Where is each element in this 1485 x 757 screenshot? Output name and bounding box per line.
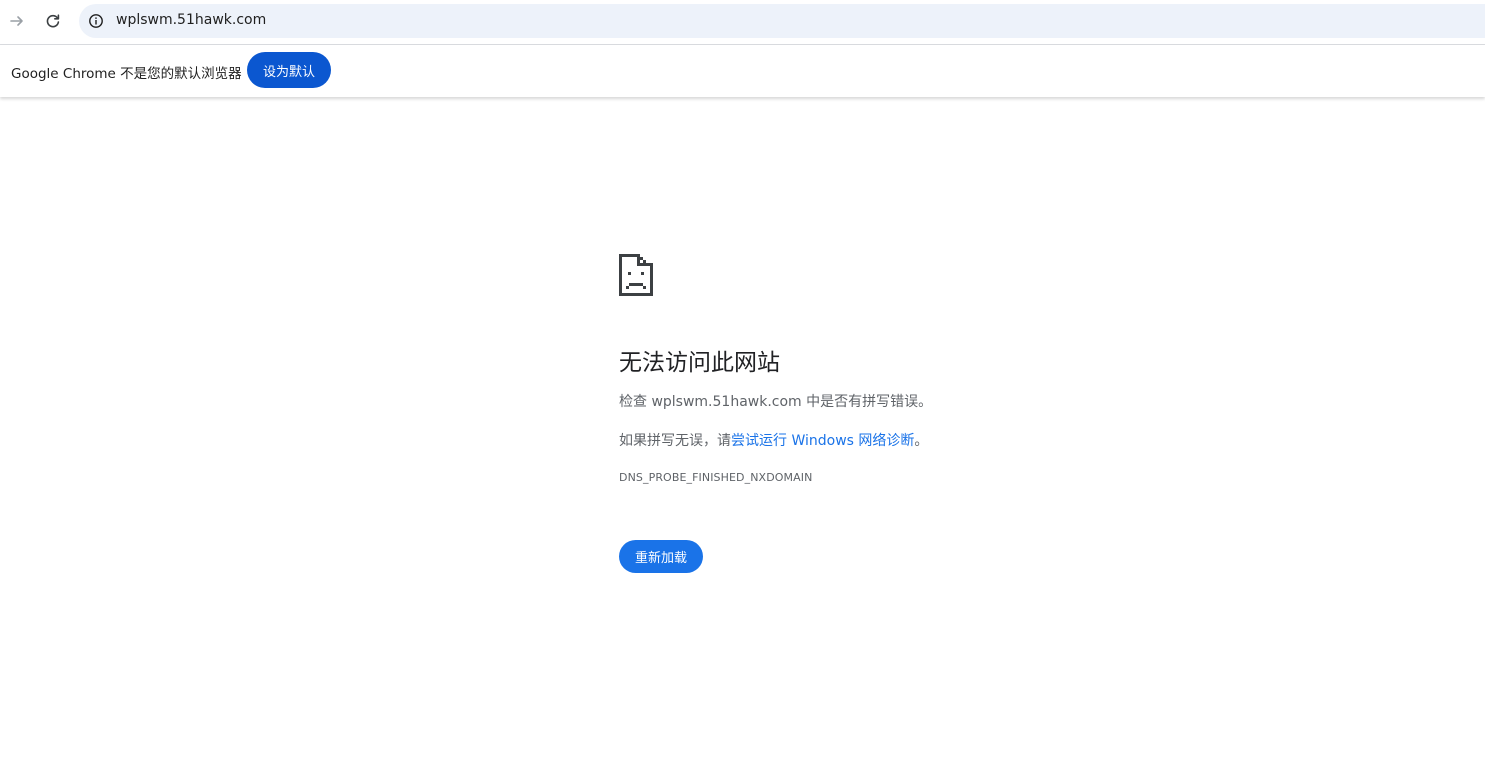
info-icon: [89, 14, 103, 28]
hint-suffix: 。: [914, 433, 929, 449]
infobar-message: Google Chrome 不是您的默认浏览器: [11, 66, 242, 82]
reload-button[interactable]: 重新加载: [619, 540, 703, 573]
default-browser-infobar: Google Chrome 不是您的默认浏览器 设为默认: [0, 45, 1485, 97]
hint-prefix: 如果拼写无误，请: [619, 433, 731, 449]
browser-toolbar: wplswm.51hawk.com: [0, 0, 1485, 45]
error-code: DNS_PROBE_FINISHED_NXDOMAIN: [619, 471, 813, 484]
set-default-button[interactable]: 设为默认: [247, 52, 331, 88]
forward-button[interactable]: [4, 8, 30, 34]
reload-icon: [46, 14, 60, 28]
error-suggestion-spelling: 检查 wplswm.51hawk.com 中是否有拼写错误。: [619, 391, 932, 411]
check-suffix: 中是否有拼写错误。: [801, 394, 933, 410]
error-suggestion-diagnostics: 如果拼写无误，请尝试运行 Windows 网络诊断。: [619, 430, 928, 450]
address-bar[interactable]: wplswm.51hawk.com: [79, 4, 1485, 38]
arrow-right-icon: [10, 16, 23, 26]
network-diagnostics-link[interactable]: 尝试运行 Windows 网络诊断: [731, 433, 914, 449]
reload-page-button[interactable]: [40, 8, 66, 34]
url-text[interactable]: wplswm.51hawk.com: [116, 12, 266, 28]
error-title: 无法访问此网站: [619, 350, 780, 376]
sad-document-icon: [619, 254, 653, 296]
check-domain: wplswm.51hawk.com: [651, 394, 802, 410]
check-prefix: 检查: [619, 394, 652, 410]
site-info-button[interactable]: [87, 12, 105, 30]
